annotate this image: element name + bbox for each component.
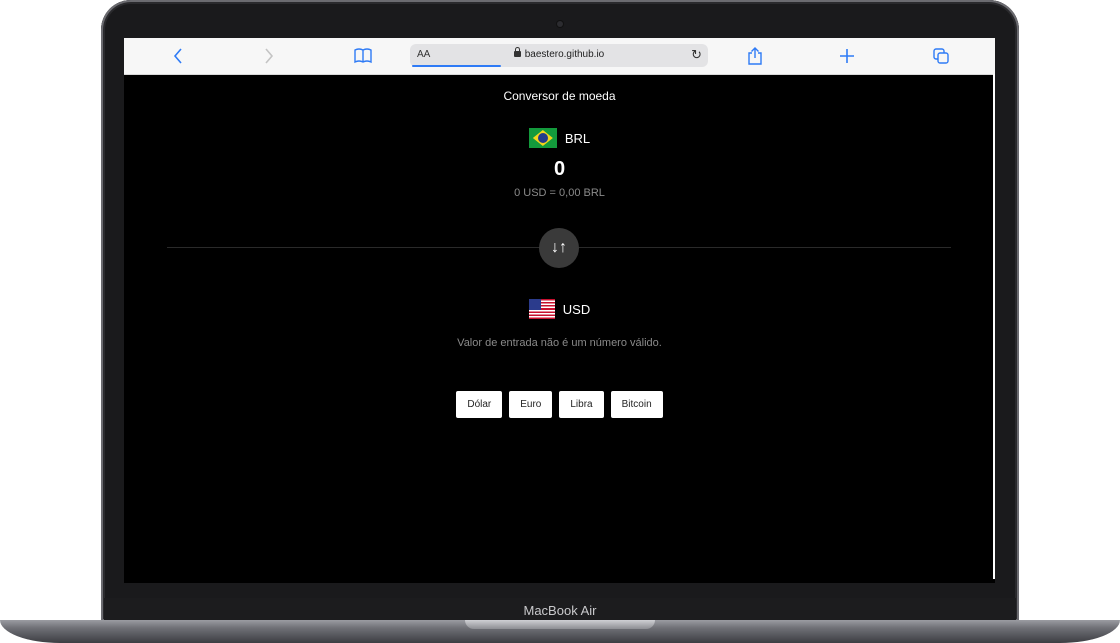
new-tab-icon[interactable]: [837, 47, 857, 65]
exchange-rate-text: 0 USD = 0,00 BRL: [514, 187, 605, 199]
back-icon[interactable]: [168, 47, 188, 65]
camera: [557, 21, 563, 27]
reload-icon[interactable]: ↻: [691, 47, 702, 63]
screen: AA baestero.github.io ↻ Conversor de moe…: [124, 38, 995, 583]
scroll-edge: [993, 74, 995, 579]
swap-arrows-icon: ↓↑: [551, 239, 567, 256]
euro-button[interactable]: Euro: [509, 391, 553, 418]
from-currency: BRL: [124, 128, 995, 148]
url-display[interactable]: baestero.github.io: [410, 47, 708, 60]
to-currency-code: USD: [562, 301, 591, 317]
address-bar[interactable]: AA baestero.github.io ↻: [410, 44, 708, 67]
libra-button[interactable]: Libra: [559, 391, 604, 418]
currency-buttons: Dólar Euro Libra Bitcoin: [124, 391, 995, 418]
bitcoin-button[interactable]: Bitcoin: [610, 391, 663, 418]
page-title: Conversor de moeda: [503, 89, 616, 103]
converted-amount: 0: [553, 158, 566, 180]
laptop-notch: [465, 620, 655, 629]
tabs-icon[interactable]: [931, 47, 951, 65]
from-currency-code: BRL: [564, 130, 591, 146]
forward-icon[interactable]: [259, 47, 279, 65]
validation-error: Valor de entrada não é um número válido.: [457, 337, 662, 349]
url-text: baestero.github.io: [524, 49, 605, 60]
swap-currencies-button[interactable]: ↓↑: [539, 228, 579, 268]
to-currency: USD: [124, 299, 995, 319]
share-icon[interactable]: [745, 47, 765, 65]
model-label: MacBook Air: [523, 603, 597, 618]
page-load-progress: [412, 65, 501, 67]
lock-icon: [513, 47, 521, 57]
us-flag-icon: [528, 299, 555, 319]
dolar-button[interactable]: Dólar: [456, 391, 503, 418]
browser-toolbar: AA baestero.github.io ↻: [124, 38, 995, 75]
bookmarks-icon[interactable]: [353, 47, 373, 65]
brazil-flag-icon: [528, 128, 557, 148]
